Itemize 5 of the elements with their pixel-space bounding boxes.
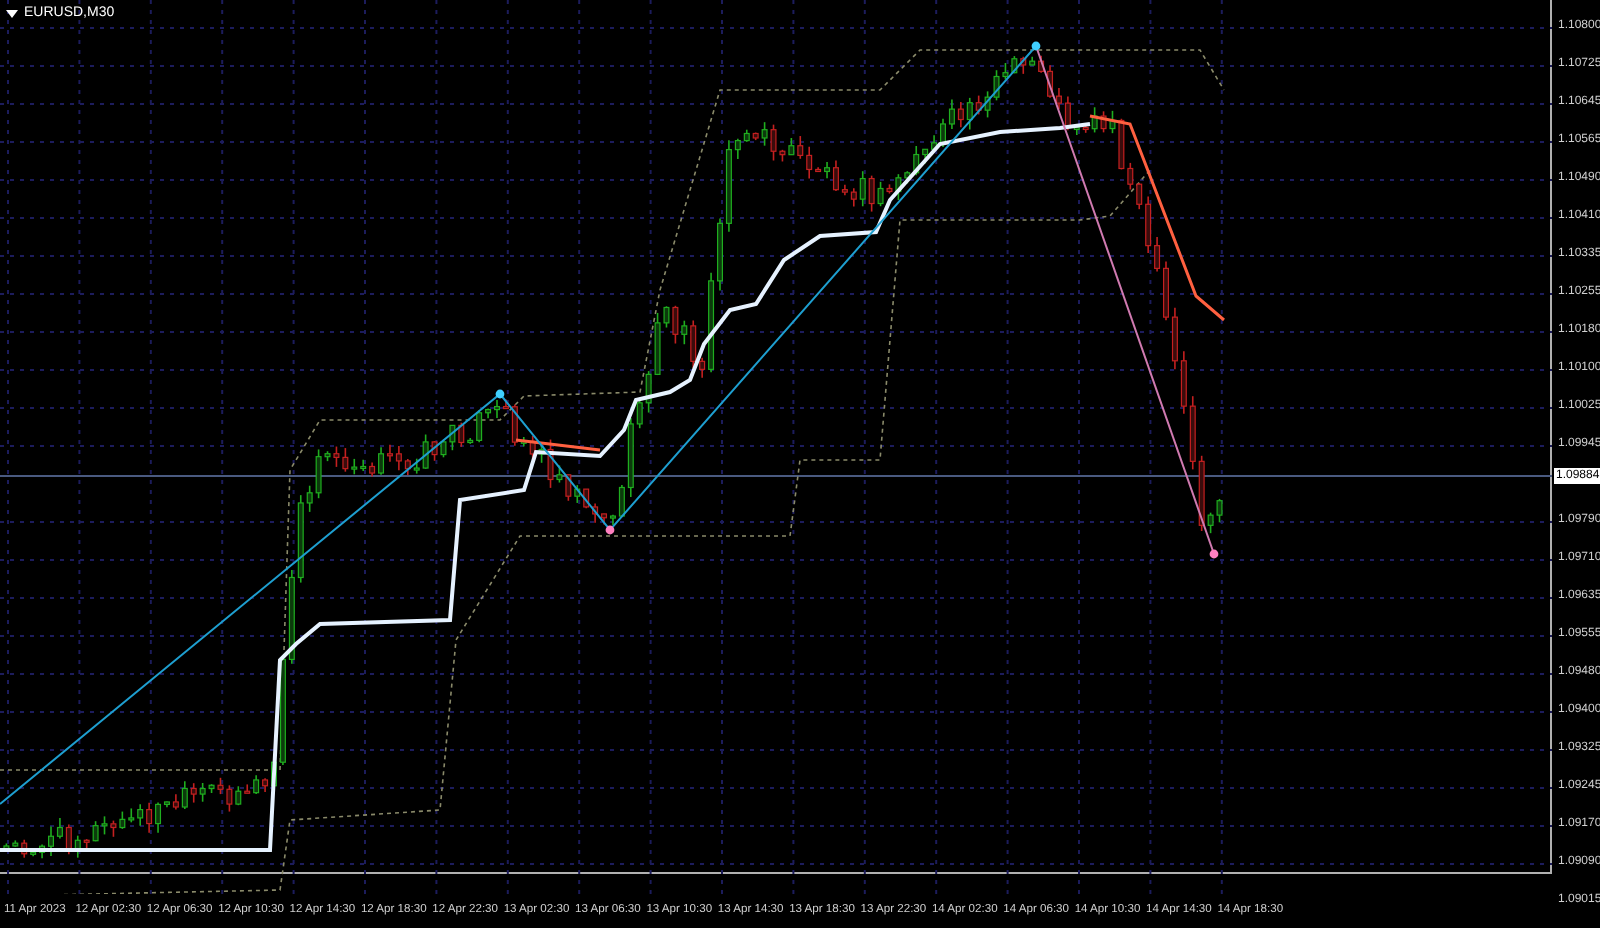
caret-icon[interactable] [6, 9, 18, 17]
pivot-marker [1209, 549, 1219, 559]
pivot-marker [1031, 41, 1041, 51]
pivot-marker [605, 525, 615, 535]
pivot-marker [495, 389, 505, 399]
